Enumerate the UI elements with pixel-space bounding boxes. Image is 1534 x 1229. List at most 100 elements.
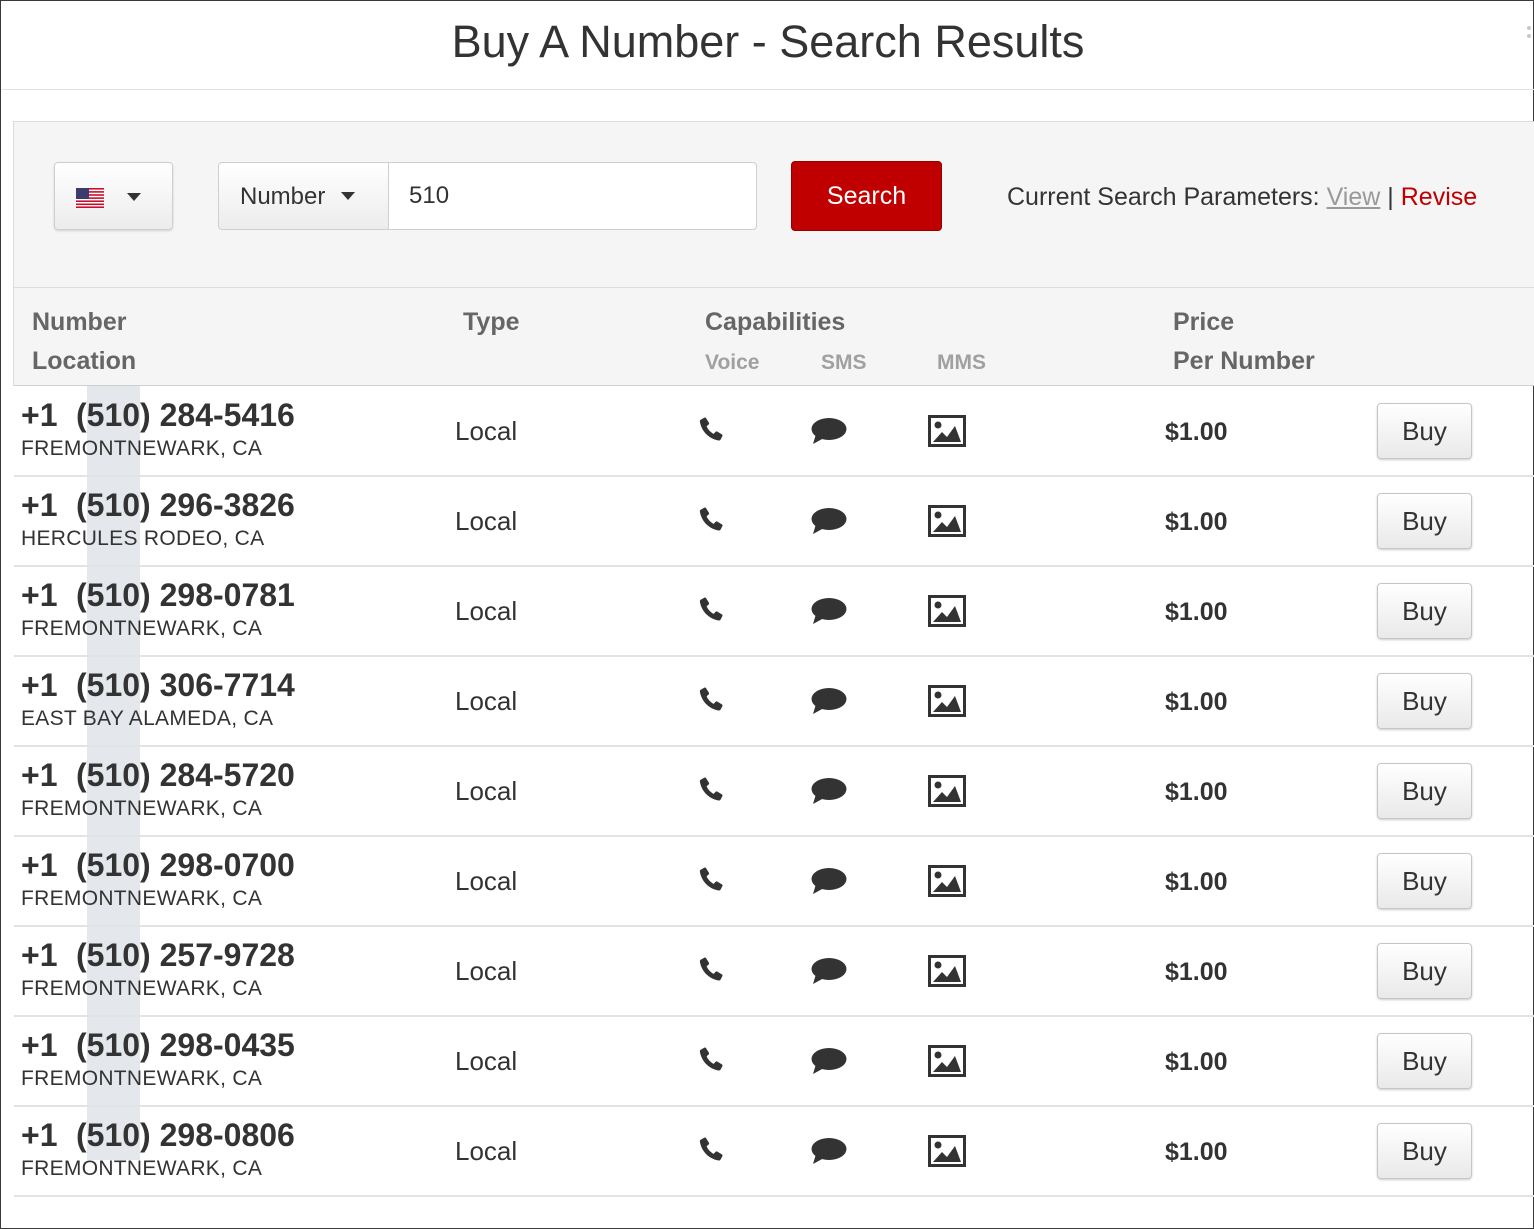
table-row: +1 (510) 284-5416 FREMONTNEWARK, CA Local… (14, 387, 1534, 477)
revise-search-link[interactable]: Revise (1401, 183, 1477, 211)
params-separator: | (1387, 183, 1394, 211)
country-code: +1 (21, 847, 58, 883)
number-price: $1.00 (1165, 868, 1228, 896)
phone-icon (696, 955, 726, 990)
table-row: +1 (510) 306-7714 EAST BAY ALAMEDA, CA Lo… (14, 657, 1534, 747)
number-price: $1.00 (1165, 688, 1228, 716)
number-price: $1.00 (1165, 778, 1228, 806)
params-label: Current Search Parameters: (1007, 183, 1320, 211)
number-type: Local (455, 1136, 518, 1166)
country-code: +1 (21, 397, 58, 433)
country-code: +1 (21, 577, 58, 613)
number-price: $1.00 (1165, 508, 1228, 536)
number-value: (510) 298-0700 (76, 847, 295, 883)
phone-number: +1 (510) 298-0700 (21, 847, 295, 884)
picture-icon (928, 685, 966, 722)
picture-icon (928, 505, 966, 542)
header-type: Type (463, 308, 520, 336)
table-row: +1 (510) 284-5720 FREMONTNEWARK, CA Local… (14, 747, 1534, 837)
table-row: +1 (510) 298-0435 FREMONTNEWARK, CA Local… (14, 1017, 1534, 1107)
picture-icon (928, 865, 966, 902)
phone-icon (696, 775, 726, 810)
buy-button[interactable]: Buy (1377, 1033, 1472, 1089)
header-price: Price (1173, 308, 1235, 336)
phone-icon (696, 1135, 726, 1170)
number-price: $1.00 (1165, 418, 1228, 446)
phone-icon (696, 685, 726, 720)
chat-bubble-icon (811, 1137, 847, 1170)
number-location: FREMONTNEWARK, CA (21, 437, 263, 460)
phone-icon (696, 595, 726, 630)
phone-number: +1 (510) 306-7714 (21, 667, 295, 704)
number-price: $1.00 (1165, 1048, 1228, 1076)
buy-button[interactable]: Buy (1377, 943, 1472, 999)
number-price: $1.00 (1165, 958, 1228, 986)
picture-icon (928, 1045, 966, 1082)
phone-number: +1 (510) 284-5416 (21, 397, 295, 434)
header-per-number: Per Number (1173, 347, 1315, 375)
country-dropdown-button[interactable] (54, 162, 173, 230)
chat-bubble-icon (811, 957, 847, 990)
header-mms: MMS (937, 351, 986, 374)
table-row: +1 (510) 257-9728 FREMONTNEWARK, CA Local… (14, 927, 1534, 1017)
number-price: $1.00 (1165, 1138, 1228, 1166)
search-input[interactable] (388, 162, 757, 230)
number-location: FREMONTNEWARK, CA (21, 1067, 263, 1090)
search-panel: Number Search Current Search Parameters:… (13, 121, 1534, 288)
number-type: Local (455, 506, 518, 536)
number-type: Local (455, 866, 518, 896)
buy-button[interactable]: Buy (1377, 853, 1472, 909)
number-type: Local (455, 956, 518, 986)
search-type-dropdown[interactable]: Number (218, 162, 389, 230)
phone-icon (696, 415, 726, 450)
view-params-link[interactable]: View (1327, 183, 1381, 211)
country-code: +1 (21, 667, 58, 703)
number-value: (510) 298-0435 (76, 1027, 295, 1063)
phone-number: +1 (510) 298-0781 (21, 577, 295, 614)
header-capabilities: Capabilities (705, 308, 846, 336)
picture-icon (928, 955, 966, 992)
resize-grip-icon[interactable] (1526, 24, 1532, 44)
number-value: (510) 284-5720 (76, 757, 295, 793)
buy-button[interactable]: Buy (1377, 673, 1472, 729)
search-button[interactable]: Search (791, 161, 942, 231)
number-location: HERCULES RODEO, CA (21, 527, 265, 550)
us-flag-icon (76, 188, 104, 208)
number-location: FREMONTNEWARK, CA (21, 617, 263, 640)
buy-button[interactable]: Buy (1377, 493, 1472, 549)
table-row: +1 (510) 296-3826 HERCULES RODEO, CA Loca… (14, 477, 1534, 567)
buy-button[interactable]: Buy (1377, 583, 1472, 639)
buy-button[interactable]: Buy (1377, 763, 1472, 819)
picture-icon (928, 595, 966, 632)
chat-bubble-icon (811, 1047, 847, 1080)
phone-number: +1 (510) 296-3826 (21, 487, 295, 524)
buy-button[interactable]: Buy (1377, 1123, 1472, 1179)
number-value: (510) 298-0781 (76, 577, 295, 613)
picture-icon (928, 775, 966, 812)
phone-icon (696, 865, 726, 900)
number-location: FREMONTNEWARK, CA (21, 797, 263, 820)
number-type: Local (455, 1046, 518, 1076)
chat-bubble-icon (811, 507, 847, 540)
number-type: Local (455, 416, 518, 446)
chat-bubble-icon (811, 417, 847, 450)
table-header: Number Location Type Capabilities Voice … (13, 288, 1534, 386)
number-type: Local (455, 776, 518, 806)
chat-bubble-icon (811, 777, 847, 810)
country-code: +1 (21, 487, 58, 523)
number-price: $1.00 (1165, 598, 1228, 626)
buy-button[interactable]: Buy (1377, 403, 1472, 459)
chat-bubble-icon (811, 597, 847, 630)
number-value: (510) 284-5416 (76, 397, 295, 433)
title-bar: Buy A Number - Search Results (2, 2, 1534, 90)
phone-number: +1 (510) 257-9728 (21, 937, 295, 974)
country-code: +1 (21, 1117, 58, 1153)
country-code: +1 (21, 937, 58, 973)
country-code: +1 (21, 1027, 58, 1063)
picture-icon (928, 415, 966, 452)
phone-number: +1 (510) 284-5720 (21, 757, 295, 794)
number-location: FREMONTNEWARK, CA (21, 977, 263, 1000)
header-sms: SMS (821, 351, 867, 374)
chat-bubble-icon (811, 687, 847, 720)
header-location: Location (32, 347, 137, 375)
